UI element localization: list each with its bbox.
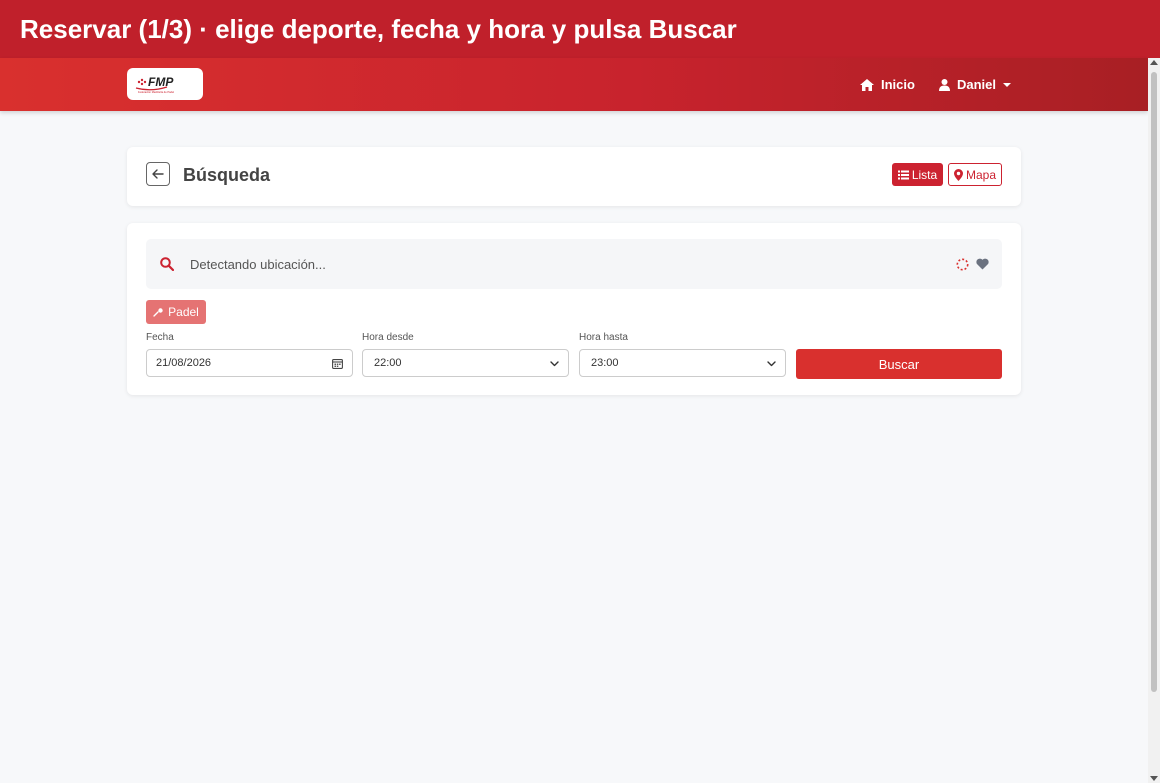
loading-spinner-icon bbox=[956, 258, 969, 271]
instruction-banner: Reservar (1/3) · elige deporte, fecha y … bbox=[0, 0, 1160, 58]
user-icon bbox=[939, 78, 950, 91]
list-view-button[interactable]: Lista bbox=[892, 163, 943, 186]
map-view-button[interactable]: Mapa bbox=[948, 163, 1002, 186]
home-icon bbox=[860, 78, 874, 91]
user-menu[interactable]: Daniel bbox=[939, 58, 1012, 111]
map-marker-icon bbox=[953, 168, 963, 181]
time-to-value: 23:00 bbox=[591, 357, 619, 369]
scroll-up-icon[interactable] bbox=[1150, 60, 1158, 65]
location-search-box[interactable]: Detectando ubicación... bbox=[146, 239, 1002, 289]
page-title: Búsqueda bbox=[183, 165, 271, 185]
time-from-value: 22:00 bbox=[374, 357, 402, 369]
arrow-left-icon bbox=[152, 169, 164, 179]
date-label: Fecha bbox=[146, 332, 174, 343]
search-icon bbox=[160, 257, 174, 271]
time-from-select[interactable]: 22:00 bbox=[362, 349, 569, 377]
logo-text: FMP bbox=[148, 75, 174, 89]
scroll-down-icon[interactable] bbox=[1150, 776, 1158, 781]
date-input[interactable]: 21/08/2026 bbox=[146, 349, 353, 377]
location-status-text: Detectando ubicación... bbox=[190, 257, 326, 272]
chevron-down-icon bbox=[767, 361, 776, 367]
fmp-logo[interactable]: FMP Federación Madrileña de Pádel bbox=[127, 68, 203, 100]
nav-home-label: Inicio bbox=[881, 77, 915, 92]
search-card: Detectando ubicación... Padel Fecha 21/0… bbox=[127, 223, 1021, 395]
user-name: Daniel bbox=[957, 77, 997, 92]
page-scrollbar[interactable] bbox=[1148, 58, 1160, 783]
search-button-label: Buscar bbox=[878, 356, 920, 372]
sport-chip-padel[interactable]: Padel bbox=[146, 300, 206, 324]
back-button[interactable] bbox=[146, 162, 170, 186]
time-to-select[interactable]: 23:00 bbox=[579, 349, 786, 377]
instruction-text: Reservar (1/3) · elige deporte, fecha y … bbox=[20, 13, 737, 44]
padel-icon bbox=[153, 307, 163, 317]
search-button[interactable]: Buscar bbox=[796, 349, 1002, 379]
time-to-label: Hora hasta bbox=[579, 332, 628, 343]
time-from-label: Hora desde bbox=[362, 332, 414, 343]
list-view-label: Lista bbox=[911, 167, 938, 182]
scroll-thumb[interactable] bbox=[1151, 72, 1157, 692]
heart-icon[interactable] bbox=[976, 258, 989, 270]
page-header-card: Búsqueda Lista Mapa bbox=[127, 147, 1021, 206]
top-navbar: FMP Federación Madrileña de Pádel Inicio… bbox=[0, 58, 1148, 111]
map-view-label: Mapa bbox=[965, 167, 997, 182]
logo-subtext: Federación Madrileña de Pádel bbox=[138, 90, 174, 94]
nav-home-link[interactable]: Inicio bbox=[860, 58, 915, 111]
chevron-down-icon bbox=[550, 361, 559, 367]
fmp-logo-graphic: FMP Federación Madrileña de Pádel bbox=[135, 75, 174, 94]
date-value: 21/08/2026 bbox=[156, 357, 212, 369]
chevron-down-icon bbox=[1003, 82, 1012, 87]
list-icon bbox=[897, 170, 909, 179]
sport-chip-label: Padel bbox=[168, 305, 199, 319]
calendar-icon[interactable] bbox=[332, 358, 343, 369]
